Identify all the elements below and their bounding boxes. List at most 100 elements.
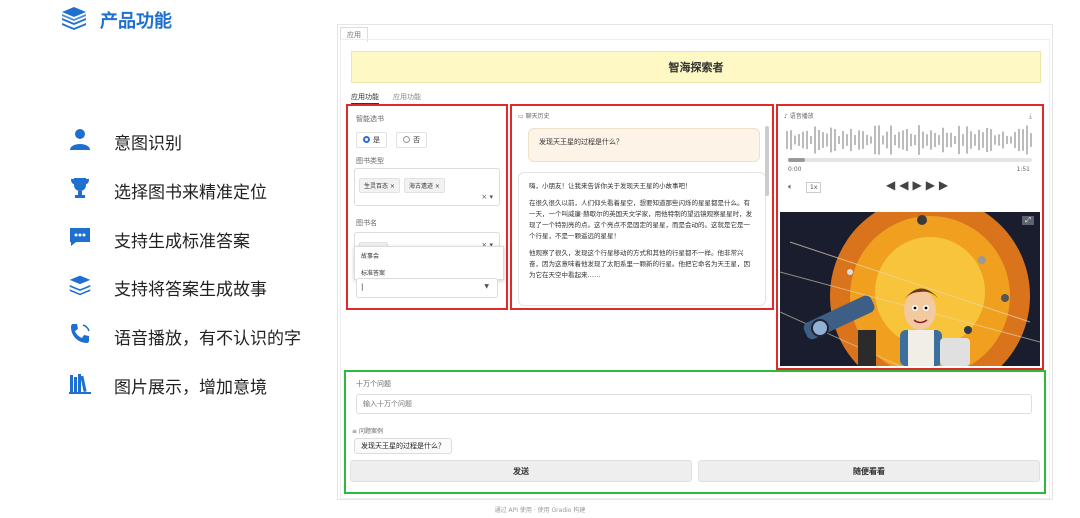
waveform-bar — [914, 134, 916, 146]
volume-icon[interactable]: 🔈︎ — [788, 182, 793, 192]
feature-item: 支持将答案生成故事 — [68, 273, 267, 301]
waveform-bar — [894, 134, 896, 146]
examples-label-text: 问题案例 — [358, 428, 383, 435]
tab-app-function[interactable]: 应用功能 — [351, 92, 379, 104]
time-end: 1:51 — [1016, 166, 1030, 173]
audio-waveform[interactable] — [786, 124, 1034, 156]
chat-label: ▭ 聊天历史 — [518, 111, 550, 120]
chat-answer: 嗨，小朋友！让我来告诉你关于发现天王星的小故事吧！ 在很久很久以前，人们仰头看着… — [518, 172, 766, 306]
playback-controls: ◀◀▶▶▶ — [886, 178, 952, 192]
question-input[interactable] — [356, 394, 1032, 414]
book-type-multiselect[interactable]: 生灵百态 × 海古遗迹 × × ▾ — [354, 168, 500, 206]
feature-label: 支持生成标准答案 — [114, 231, 250, 252]
waveform-bar — [838, 136, 840, 144]
play-icon[interactable]: ▶ — [912, 178, 925, 192]
book-type-chip[interactable]: 海古遗迹 × — [403, 178, 445, 193]
book-name-label: 图书名 — [356, 219, 377, 227]
waveform-bar — [994, 135, 996, 145]
clear-chevron-icon[interactable]: × ▾ — [481, 193, 493, 201]
chat-scrollbar[interactable] — [765, 126, 769, 196]
feature-label: 支持将答案生成故事 — [114, 279, 267, 300]
waveform-bar — [878, 125, 880, 155]
time-start: 0:00 — [788, 166, 802, 173]
waveform-bar — [946, 132, 948, 148]
selection-panel: 智能选书 是 否 图书类型 生灵百态 ×海古遗迹 × × ▾ 图书名 天文 × … — [346, 104, 508, 310]
waveform-bar — [1014, 132, 1016, 148]
fullscreen-icon[interactable]: ⤢ — [1022, 216, 1034, 225]
chevron-down-icon[interactable]: ▼ — [484, 283, 489, 290]
rewind-icon[interactable]: ◀◀ — [886, 178, 912, 192]
waveform-bar — [1030, 133, 1032, 147]
waveform-bar — [950, 132, 952, 148]
radio-yes-label: 是 — [373, 135, 380, 144]
download-icon[interactable]: ⤓ — [1029, 112, 1032, 121]
waveform-bar — [990, 129, 992, 151]
random-button[interactable]: 随便看看 — [698, 460, 1040, 482]
waveform-bar — [978, 129, 980, 151]
send-button[interactable]: 发送 — [350, 460, 692, 482]
radio-dot-icon — [363, 136, 370, 143]
waveform-bar — [982, 132, 984, 148]
dropdown-menu: 故事会 标准答案 — [354, 246, 504, 280]
waveform-bar — [814, 126, 816, 154]
audio-label-text: 语音播放 — [789, 113, 814, 120]
user-icon — [68, 127, 92, 155]
waveform-bar — [1010, 136, 1012, 144]
feature-label: 语音播放，有不认识的字 — [114, 328, 301, 349]
waveform-bar — [806, 130, 808, 150]
waveform-bar — [934, 133, 936, 147]
audio-progress-track[interactable] — [788, 158, 1032, 162]
waveform-bar — [822, 132, 824, 148]
waveform-bar — [790, 130, 792, 150]
waveform-bar — [974, 134, 976, 146]
story-illustration: ⤢ — [780, 212, 1040, 366]
question-section: 十万个问题 ≡ 问题案例 发现天王星的过程是什么？ 发送 随便看看 — [344, 370, 1046, 494]
feature-item: 语音播放，有不认识的字 — [68, 322, 301, 350]
book-type-chip[interactable]: 生灵百态 × — [359, 178, 400, 193]
waveform-bar — [890, 125, 892, 155]
chat-icon — [68, 225, 92, 253]
books-stack-icon — [60, 6, 88, 34]
waveform-bar — [826, 133, 828, 147]
fast-forward-icon[interactable]: ▶▶ — [926, 178, 952, 192]
radio-yes[interactable]: 是 — [356, 131, 387, 148]
waveform-bar — [834, 129, 836, 151]
waveform-bar — [942, 127, 944, 153]
chat-label-text: 聊天历史 — [525, 113, 550, 120]
speed-button[interactable]: 1x — [806, 182, 822, 193]
examples-label: ≡ 问题案例 — [352, 426, 383, 435]
waveform-bar — [1026, 125, 1028, 155]
answer-paragraph: 嗨，小朋友！让我来告诉你关于发现天王星的小故事吧！ — [529, 182, 692, 190]
radio-no-label: 否 — [413, 135, 421, 144]
waveform-bar — [930, 130, 932, 150]
page: 产品功能 意图识别 选择图书来精准定位 支持生成标准答案 支持将答案生成故事 语… — [0, 0, 1080, 518]
waveform-bar — [986, 127, 988, 153]
radio-no[interactable]: 否 — [396, 131, 428, 148]
answer-paragraph: 在很久很久以前，人们仰头看着星空，想要知道那些闪烁的星星都是什么。有一天，一个叫… — [529, 199, 753, 240]
waveform-bar — [898, 131, 900, 149]
waveform-bar — [1006, 135, 1008, 145]
example-item[interactable]: 发现天王星的过程是什么？ — [354, 438, 452, 454]
waveform-bar — [1002, 131, 1004, 149]
answer-type-select[interactable]: | ▼ — [356, 278, 498, 298]
chat-question: 发现天王星的过程是什么？ — [528, 128, 760, 162]
waveform-bar — [882, 135, 884, 145]
feature-item: 支持生成标准答案 — [68, 225, 250, 253]
waveform-bar — [906, 128, 908, 152]
waveform-bar — [830, 127, 832, 153]
question-label: 十万个问题 — [356, 380, 391, 388]
waveform-bar — [874, 125, 876, 155]
tab-app-function-2[interactable]: 应用功能 — [393, 92, 421, 104]
waveform-bar — [810, 136, 812, 144]
dropdown-option[interactable]: 故事会 — [355, 247, 503, 264]
audio-label: ♪ 语音播放 — [784, 111, 814, 120]
waveform-bar — [1018, 128, 1020, 152]
waveform-bar — [854, 135, 856, 145]
audio-progress-fill — [788, 158, 806, 162]
media-panel: ♪ 语音播放 ⤓ 0:00 1:51 🔈︎ 1x ◀◀▶▶▶ ▣ 绘本 — [776, 104, 1044, 370]
waveform-bar — [954, 136, 956, 144]
waveform-bar — [842, 131, 844, 149]
trophy-icon — [68, 176, 92, 204]
waveform-bar — [786, 131, 788, 149]
chat-bubble-icon: ▭ — [518, 113, 526, 120]
